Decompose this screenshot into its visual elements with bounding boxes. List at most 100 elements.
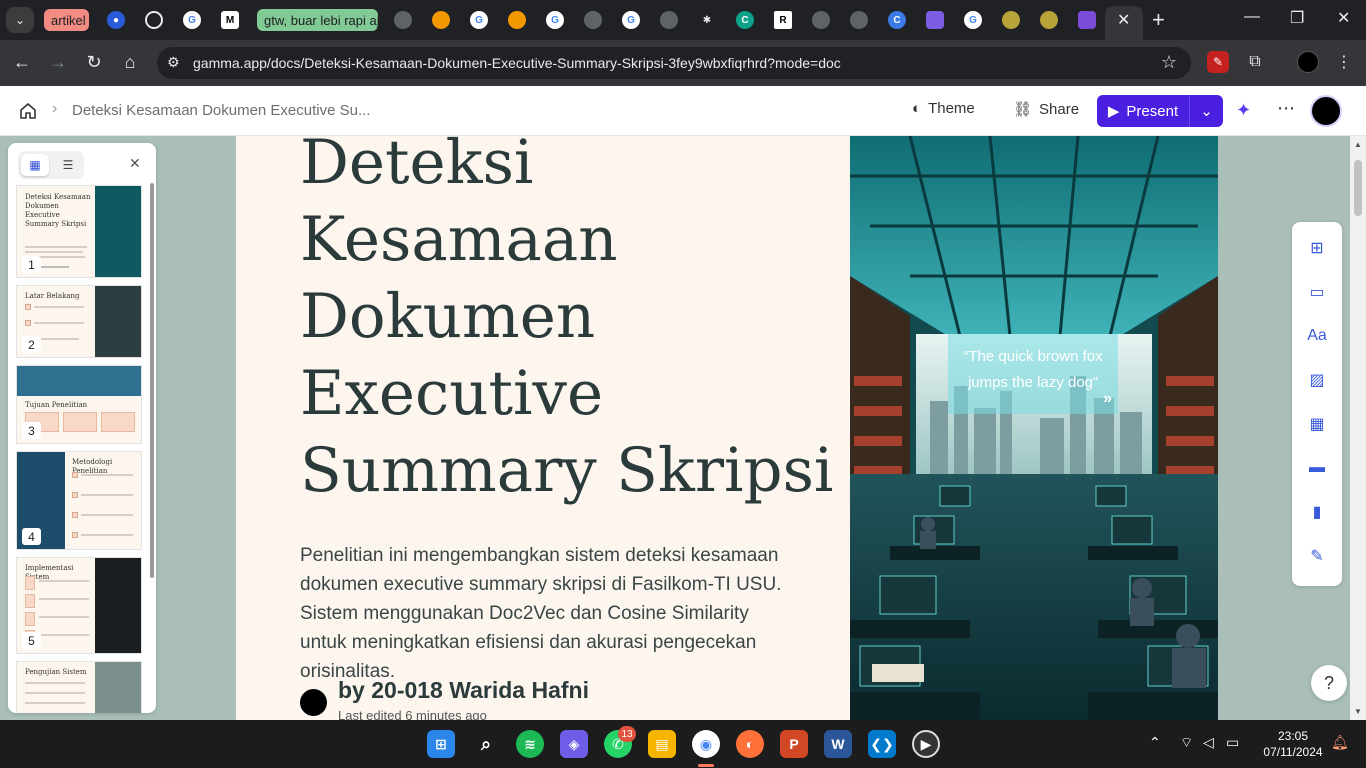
bookmark-star-icon[interactable]: ☆ — [1161, 52, 1177, 73]
battery-icon[interactable]: ▭ — [1226, 734, 1239, 751]
quote-line: jumps the lazy dog” — [967, 374, 1099, 391]
avatar[interactable] — [1310, 95, 1342, 127]
author-name[interactable]: by 20-018 Warida Hafni — [338, 677, 589, 704]
home-icon[interactable]: ⌂ — [119, 52, 141, 73]
powerpoint-icon[interactable]: P — [780, 730, 808, 758]
canva-tab-icon[interactable]: C — [888, 11, 906, 29]
thumbnail-card[interactable]: Tujuan Penelitian 3 — [16, 365, 142, 444]
globe-tab-icon[interactable] — [660, 11, 678, 29]
scrollbar-thumb[interactable] — [1354, 160, 1362, 216]
media-player-icon[interactable]: ▶ — [912, 730, 940, 758]
site-info-icon[interactable]: ⚙ — [167, 54, 180, 71]
location-tab-icon[interactable]: ● — [107, 11, 125, 29]
text-style-icon[interactable]: Aa — [1307, 326, 1327, 346]
google-tab-icon[interactable]: G — [622, 11, 640, 29]
gamma-tab-icon[interactable] — [1078, 11, 1096, 29]
google-tab-icon[interactable]: G — [470, 11, 488, 29]
thumbnail-view-icon[interactable]: ▦ — [21, 154, 49, 176]
google-tab-icon[interactable]: G — [183, 11, 201, 29]
researchgate-tab-icon[interactable]: R — [774, 11, 792, 29]
list-view-icon[interactable]: ☰ — [54, 154, 82, 176]
volume-icon[interactable]: ◁ — [1203, 734, 1214, 751]
teal-tab-icon[interactable]: C — [736, 11, 754, 29]
image-icon[interactable]: ▨ — [1307, 370, 1327, 390]
tab-group-gtw[interactable]: gtw, buar lebi rapi aj — [257, 9, 378, 31]
scroll-up-icon[interactable]: ▲ — [1354, 140, 1362, 149]
tab-search-icon[interactable]: ⌄ — [6, 7, 34, 33]
vscode-icon[interactable]: ❮❯ — [868, 730, 896, 758]
thumbnail-panel-scrollbar[interactable] — [150, 183, 154, 578]
system-clock[interactable]: 23:05 07/11/2024 — [1258, 728, 1328, 760]
file-explorer-icon[interactable]: ▤ — [648, 730, 676, 758]
thumbnail-card[interactable]: Deteksi Kesamaan Dokumen Executive Summa… — [16, 185, 142, 278]
document-canvas: Deteksi Kesamaan Dokumen Executive Summa… — [0, 136, 1366, 720]
chart-icon[interactable]: ▮ — [1307, 502, 1327, 522]
extensions-puzzle-icon[interactable]: ⧉ — [1244, 51, 1266, 73]
document-description[interactable]: Penelitian ini mengembangkan sistem dete… — [300, 541, 800, 686]
chrome-icon[interactable]: ◉ — [692, 730, 720, 758]
chromium-tab-icon[interactable] — [394, 11, 412, 29]
windows-start-icon[interactable]: ⊞ — [427, 730, 455, 758]
restore-icon[interactable]: ❐ — [1290, 8, 1304, 28]
globe-tab-icon[interactable] — [584, 11, 602, 29]
minimize-icon[interactable]: — — [1244, 8, 1260, 26]
medium-tab-icon[interactable]: M — [221, 11, 239, 29]
back-icon[interactable]: ← — [11, 52, 33, 73]
help-button[interactable]: ? — [1311, 665, 1347, 701]
present-main-button[interactable]: ▶ Present — [1097, 95, 1189, 127]
orange-tab-icon[interactable] — [508, 11, 526, 29]
bug-tab-icon[interactable]: ✱ — [698, 11, 716, 29]
profile-avatar[interactable] — [1297, 51, 1319, 73]
university-tab-icon[interactable] — [1002, 11, 1020, 29]
orange-tab-icon[interactable] — [432, 11, 450, 29]
layout-icon[interactable]: ▭ — [1307, 282, 1327, 302]
library-hero-image[interactable]: “The quick brown fox jumps the lazy dog”… — [850, 136, 1218, 720]
thumbnail-card[interactable]: Pengujian Sistem — [16, 661, 142, 713]
ai-sparkle-icon[interactable]: ✦ — [1236, 100, 1251, 121]
forward-icon[interactable]: → — [47, 52, 69, 73]
present-button[interactable]: ▶ Present ⌄ — [1097, 95, 1223, 127]
video-icon[interactable]: ▦ — [1307, 414, 1327, 434]
app-header: › Deteksi Kesamaan Dokumen Executive Su.… — [0, 86, 1366, 136]
search-icon[interactable]: ⌕ — [472, 730, 500, 758]
notification-bell-icon[interactable]: 🔔︎ — [1331, 734, 1349, 751]
window-close-icon[interactable]: ✕ — [1337, 8, 1350, 28]
theme-button[interactable]: ◐ Theme — [912, 100, 975, 117]
new-tab-button[interactable]: + — [1152, 7, 1165, 33]
wifi-icon[interactable]: ⌔ — [1180, 734, 1193, 752]
home-icon[interactable] — [18, 101, 38, 121]
present-dropdown-chevron-icon[interactable]: ⌄ — [1189, 95, 1223, 127]
google-tab-icon[interactable]: G — [964, 11, 982, 29]
globe-tab-icon[interactable] — [850, 11, 868, 29]
add-card-icon[interactable]: ⊞ — [1307, 238, 1327, 258]
reload-icon[interactable]: ↻ — [83, 52, 105, 73]
page-scrollbar[interactable]: ▲ ▼ — [1350, 136, 1366, 720]
title-card[interactable]: Deteksi Kesamaan Dokumen Executive Summa… — [236, 136, 1218, 720]
show-hidden-icons-chevron-icon[interactable]: ⌃ — [1149, 734, 1161, 751]
close-tab-icon[interactable]: ✕ — [1117, 10, 1130, 30]
chrome-menu-icon[interactable]: ⋮ — [1333, 51, 1355, 73]
more-options-icon[interactable]: ⋯ — [1277, 98, 1296, 119]
google-tab-icon[interactable]: G — [546, 11, 564, 29]
thumbnail-card[interactable]: Metodologi Penelitian 4 — [16, 451, 142, 550]
embed-icon[interactable]: ▬ — [1307, 458, 1327, 478]
close-panel-icon[interactable]: ✕ — [129, 155, 141, 172]
scroll-down-icon[interactable]: ▼ — [1354, 707, 1362, 716]
share-button[interactable]: ⛓ Share — [1013, 100, 1079, 119]
purple-tab-icon[interactable] — [926, 11, 944, 29]
spotify-icon[interactable]: ≋ — [516, 730, 544, 758]
extension-red-icon[interactable]: ✎ — [1207, 51, 1229, 73]
tab-group-artikel[interactable]: artikel — [44, 9, 89, 31]
breadcrumb[interactable]: Deteksi Kesamaan Dokumen Executive Su... — [72, 102, 370, 119]
university-tab-icon[interactable] — [1040, 11, 1058, 29]
word-icon[interactable]: W — [824, 730, 852, 758]
address-bar[interactable]: ⚙ gamma.app/docs/Deteksi-Kesamaan-Dokume… — [157, 47, 1191, 79]
copilot-icon[interactable]: ◈ — [560, 730, 588, 758]
globe-tab-icon[interactable] — [812, 11, 830, 29]
firefox-icon[interactable]: ◐ — [736, 730, 764, 758]
thumbnail-card[interactable]: Latar Belakang 2 — [16, 285, 142, 358]
thumbnail-card[interactable]: Implementasi Sistem 5 — [16, 557, 142, 654]
edit-icon[interactable]: ✎ — [1307, 546, 1327, 566]
document-title[interactable]: Deteksi Kesamaan Dokumen Executive Summa… — [300, 136, 860, 509]
openai-tab-icon[interactable] — [145, 11, 163, 29]
